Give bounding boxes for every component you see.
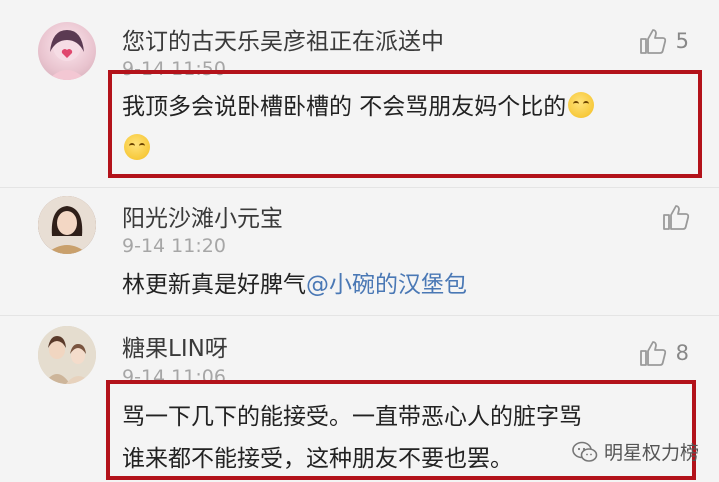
highlight-box	[108, 70, 702, 178]
thumbs-up-icon	[663, 205, 690, 230]
mention-link[interactable]: @小碗的汉堡包	[306, 272, 467, 298]
like-count: 5	[675, 29, 689, 53]
avatar-image	[38, 326, 96, 384]
like-button[interactable]	[661, 202, 691, 232]
comment-item: 您订的古天乐吴彦祖正在派送中 9-14 11:50 5 我顶多会说卧槽卧槽的 不…	[0, 0, 719, 188]
avatar[interactable]	[38, 326, 96, 384]
comment-text-line: 林更新真是好脾气	[122, 272, 306, 298]
username[interactable]: 阳光沙滩小元宝	[122, 199, 283, 233]
comment-text: 林更新真是好脾气@小碗的汉堡包	[122, 264, 467, 306]
watermark: 明星权力榜	[572, 438, 699, 465]
highlight-box	[106, 380, 696, 480]
timestamp: 9-14 11:20	[122, 235, 226, 257]
comment-item: 阳光沙滩小元宝 9-14 11:20 林更新真是好脾气@小碗的汉堡包	[0, 188, 719, 316]
watermark-label: 明星权力榜	[603, 442, 699, 464]
wechat-icon	[572, 441, 598, 462]
username[interactable]: 您订的古天乐吴彦祖正在派送中	[122, 22, 444, 56]
thumbs-up-icon	[639, 29, 666, 54]
thumbs-up-icon	[639, 341, 666, 366]
like-button[interactable]: 8	[638, 338, 689, 368]
avatar-image	[38, 196, 96, 254]
like-count: 8	[675, 341, 689, 365]
avatar-image	[48, 30, 86, 80]
like-button[interactable]: 5	[638, 26, 689, 56]
avatar[interactable]	[38, 22, 96, 80]
username[interactable]: 糖果LIN呀	[122, 329, 228, 363]
avatar[interactable]	[38, 196, 96, 254]
